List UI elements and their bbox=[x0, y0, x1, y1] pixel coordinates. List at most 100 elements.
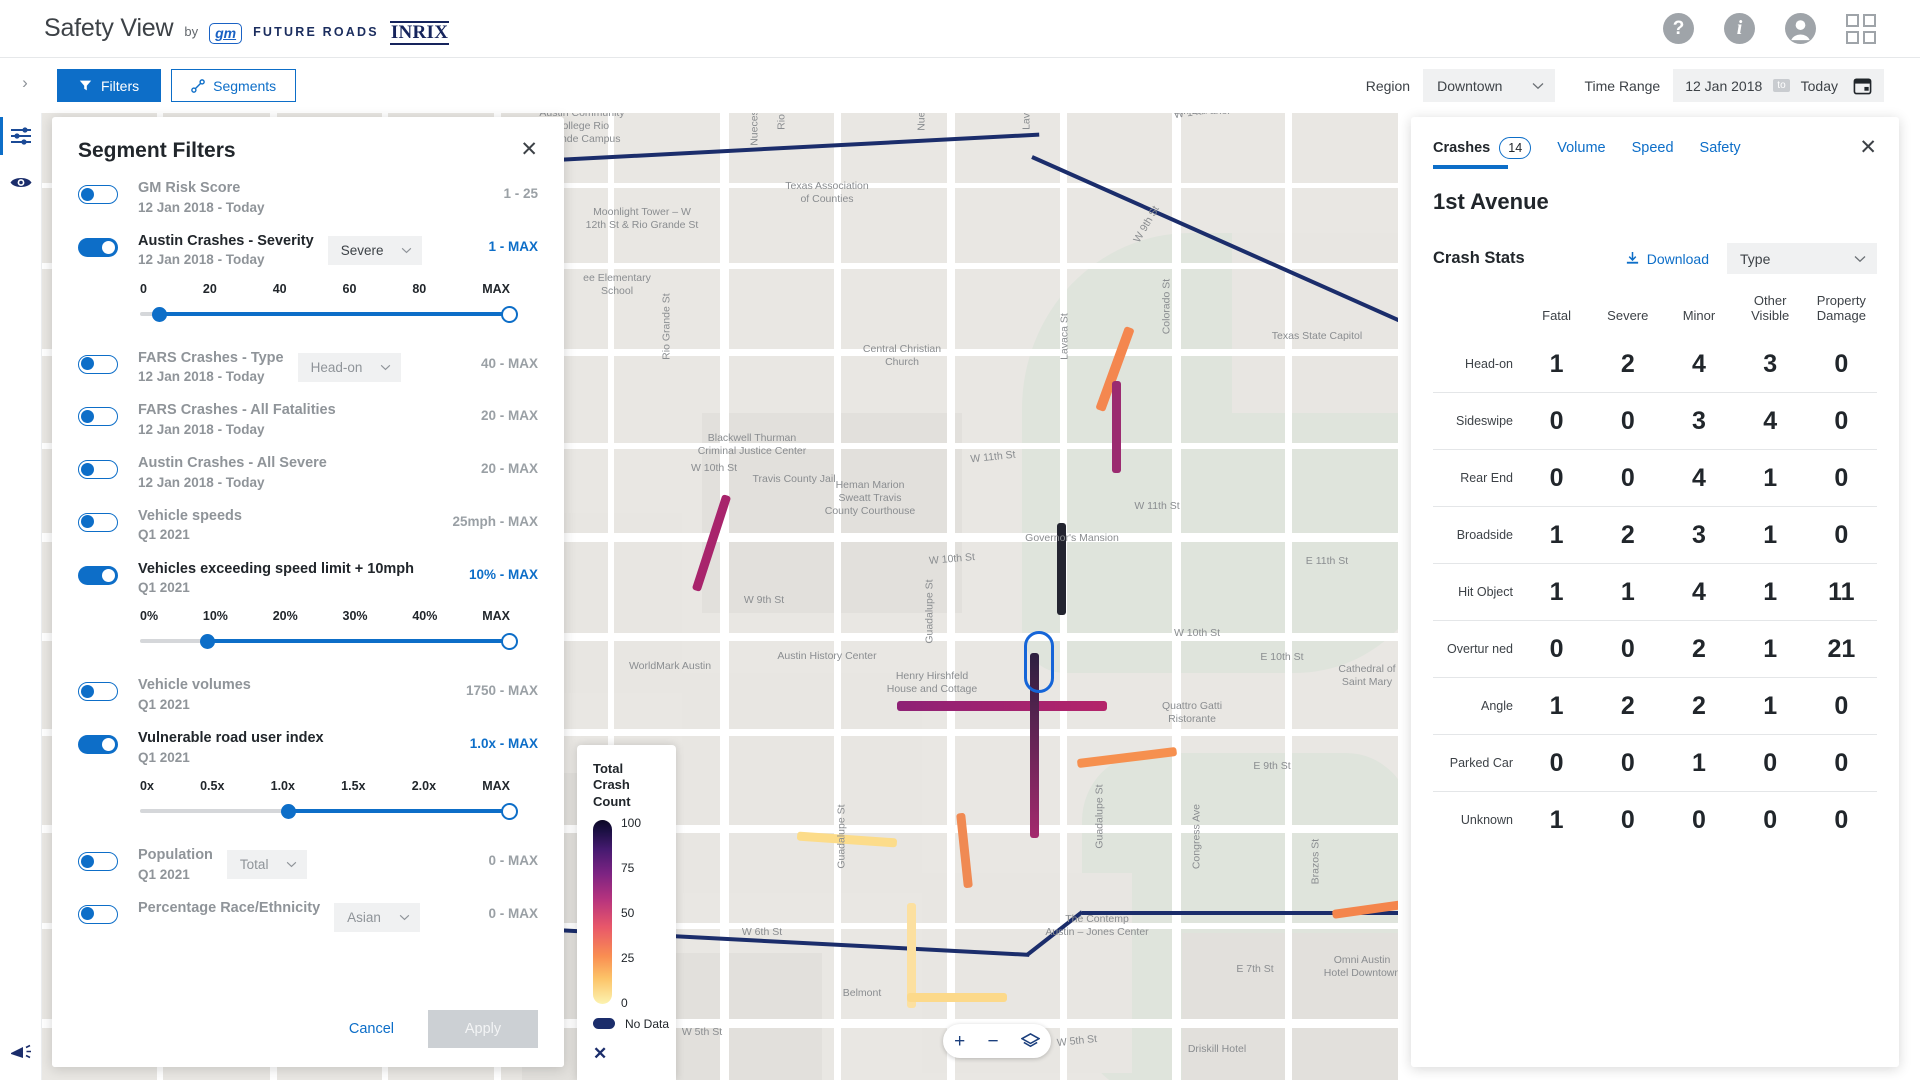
filter-toggle[interactable] bbox=[78, 237, 118, 257]
expand-sidebar-chevron-icon[interactable]: › bbox=[14, 72, 36, 94]
legend-tick: 25 bbox=[621, 950, 635, 965]
cell-value: 0 bbox=[1763, 748, 1778, 777]
filter-list[interactable]: GM Risk Score 12 Jan 2018 - Today 1 - 25 Au… bbox=[52, 167, 564, 1007]
filter-dropdown[interactable]: Asian bbox=[334, 902, 420, 932]
brand: Safety View by gm FUTURE ROADS INRIX bbox=[0, 14, 450, 45]
row-label: Rear End bbox=[1460, 471, 1513, 486]
slider-knob-low[interactable] bbox=[281, 804, 296, 820]
segments-button[interactable]: Segments bbox=[171, 69, 297, 102]
filter-name: Vehicles exceeding speed limit + 10mph bbox=[138, 560, 415, 577]
rail-item-filters[interactable] bbox=[0, 113, 42, 159]
legend-tick: 75 bbox=[621, 860, 635, 875]
toolbar: › Filters Segments Region Downtown Time … bbox=[0, 58, 1920, 113]
filter-toggle[interactable] bbox=[78, 904, 118, 924]
sliders-icon bbox=[11, 127, 31, 145]
zoom-out-button[interactable]: − bbox=[987, 1032, 998, 1051]
row-label: Broadside bbox=[1456, 528, 1513, 543]
row-label: Unknown bbox=[1460, 813, 1513, 828]
layers-icon[interactable] bbox=[1020, 1032, 1040, 1051]
filter-dropdown[interactable]: Severe bbox=[327, 235, 423, 265]
tab-volume[interactable]: Volume bbox=[1557, 140, 1605, 166]
slider-knob-low[interactable] bbox=[151, 306, 167, 322]
filter-range-slider[interactable]: 0% 10% 20% 30% 40% MAX bbox=[140, 609, 518, 651]
tab-crashes[interactable]: Crashes 14 bbox=[1433, 136, 1532, 169]
filter-value: 40 - MAX bbox=[480, 355, 538, 371]
filter-toggle[interactable] bbox=[78, 407, 118, 427]
cancel-button[interactable]: Cancel bbox=[329, 1012, 414, 1046]
download-button[interactable]: Download bbox=[1625, 251, 1709, 267]
map-legend: Total Crash Count 100 75 50 25 0 No Data… bbox=[577, 745, 676, 1080]
filter-toggle[interactable] bbox=[78, 735, 118, 755]
apps-grid-icon[interactable] bbox=[1846, 13, 1876, 44]
cell-value: 21 bbox=[1827, 634, 1856, 663]
filter-toggle[interactable] bbox=[78, 682, 118, 702]
zoom-in-button[interactable]: + bbox=[954, 1032, 965, 1051]
rail-item-visibility[interactable] bbox=[0, 159, 42, 205]
cell-value: 0 bbox=[1620, 634, 1635, 663]
filter-dropdown-value: Total bbox=[239, 857, 269, 873]
rail-item-announcements[interactable] bbox=[0, 1042, 42, 1062]
calendar-icon[interactable] bbox=[1853, 76, 1872, 95]
slider-knob-high[interactable] bbox=[501, 803, 518, 821]
slider-knob-low[interactable] bbox=[199, 634, 215, 650]
filter-range-slider[interactable]: 0x 0.5x 1.0x 1.5x 2.0x MAX bbox=[140, 779, 518, 821]
chevron-down-icon bbox=[399, 914, 410, 921]
apply-button[interactable]: Apply bbox=[428, 1010, 538, 1048]
region-select[interactable]: Downtown bbox=[1423, 69, 1556, 102]
filter-toggle[interactable] bbox=[78, 565, 118, 585]
close-filters-icon[interactable]: ✕ bbox=[520, 139, 538, 160]
slider-tick-labels: 0x 0.5x 1.0x 1.5x 2.0x MAX bbox=[140, 779, 510, 793]
stats-type-select[interactable]: Type bbox=[1727, 243, 1877, 274]
legend-tick: 50 bbox=[621, 905, 635, 920]
slider-tick: 0.5x bbox=[200, 779, 225, 794]
cell-value: 0 bbox=[1834, 463, 1849, 492]
future-roads-logo: FUTURE ROADS bbox=[253, 25, 379, 39]
cell-value: 0 bbox=[1834, 691, 1849, 720]
slider-knob-high[interactable] bbox=[501, 633, 518, 651]
filter-dropdown[interactable]: Head-on bbox=[297, 352, 402, 382]
segments-icon bbox=[191, 78, 205, 93]
filter-label: FARS Crashes - Type 12 Jan 2018 - Today bbox=[138, 349, 284, 387]
cell-value: 0 bbox=[1549, 634, 1564, 663]
slider-track[interactable] bbox=[140, 305, 518, 323]
app-header: Safety View by gm FUTURE ROADS INRIX ? i bbox=[0, 0, 1920, 58]
filter-name: Austin Crashes - All Severe bbox=[138, 455, 327, 472]
filter-toggle[interactable] bbox=[78, 460, 118, 480]
slider-track[interactable] bbox=[140, 632, 518, 651]
slider-tick: 20 bbox=[202, 281, 217, 296]
region-value: Downtown bbox=[1437, 77, 1503, 94]
app-title: Safety View bbox=[44, 14, 174, 42]
filter-toggle[interactable] bbox=[78, 185, 118, 204]
filters-button[interactable]: Filters bbox=[57, 69, 162, 102]
filter-value: 1750 - MAX bbox=[465, 683, 538, 699]
cell-value: 0 bbox=[1620, 806, 1635, 835]
filter-row: FARS Crashes - Type 12 Jan 2018 - Today He… bbox=[78, 337, 538, 390]
slider-knob-high[interactable] bbox=[501, 305, 518, 323]
slider-tick: 2.0x bbox=[411, 779, 437, 794]
close-details-icon[interactable]: ✕ bbox=[1859, 135, 1877, 170]
time-range-picker[interactable]: 12 Jan 2018 to Today bbox=[1673, 69, 1884, 102]
tab-speed[interactable]: Speed bbox=[1632, 140, 1674, 166]
slider-track[interactable] bbox=[140, 802, 518, 821]
cell-value: 1 bbox=[1763, 691, 1778, 720]
cell-value: 1 bbox=[1692, 748, 1706, 777]
crash-stats-table: Fatal Severe Minor Other Visible Property Da… bbox=[1433, 288, 1877, 849]
account-icon[interactable] bbox=[1785, 13, 1816, 44]
filter-label: Vehicle volumes Q1 2021 bbox=[138, 676, 251, 714]
row-label: Sideswipe bbox=[1456, 414, 1513, 429]
slider-tick: 1.0x bbox=[270, 779, 295, 794]
help-icon[interactable]: ? bbox=[1663, 13, 1694, 44]
tab-safety[interactable]: Safety bbox=[1700, 140, 1741, 166]
download-icon bbox=[1626, 251, 1638, 264]
info-icon[interactable]: i bbox=[1724, 13, 1755, 44]
filter-toggle[interactable] bbox=[78, 852, 118, 872]
legend-close-icon[interactable]: ✕ bbox=[593, 1044, 611, 1064]
filter-dropdown[interactable]: Total bbox=[226, 850, 308, 880]
by-label: by bbox=[184, 24, 199, 39]
map-zoom-controls[interactable]: + − bbox=[943, 1024, 1051, 1058]
time-range-start: 12 Jan 2018 bbox=[1685, 77, 1763, 94]
cell-value: 0 bbox=[1834, 349, 1849, 378]
filter-toggle[interactable] bbox=[78, 512, 118, 532]
filter-range-slider[interactable]: 0 20 40 60 80 MAX bbox=[140, 281, 518, 323]
filter-toggle[interactable] bbox=[78, 354, 118, 374]
